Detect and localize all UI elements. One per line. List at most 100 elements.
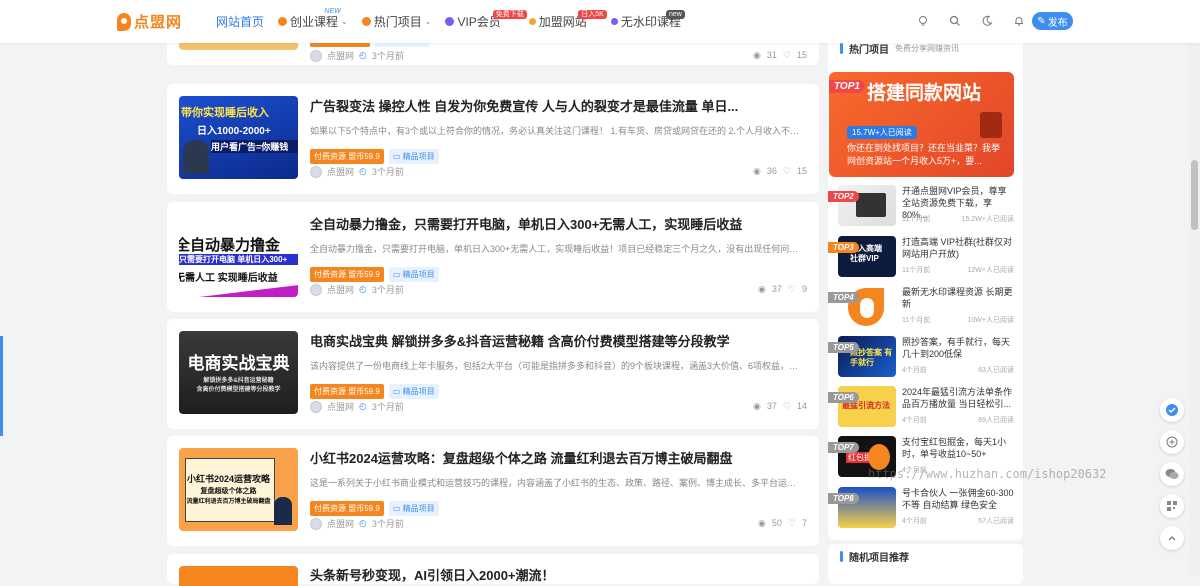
- like-count: 14: [796, 401, 807, 411]
- thumbnail-text: 小红书2024运营攻略: [186, 474, 271, 484]
- back-to-top-button[interactable]: [1160, 526, 1184, 550]
- post-thumbnail[interactable]: [179, 566, 298, 586]
- nav-hot-projects[interactable]: 热门项目 ⌄: [361, 0, 431, 43]
- price-tag[interactable]: 付费资源 盟币59.9: [310, 501, 384, 516]
- hot-item[interactable]: TOP4 最新无水印课程资源 长期更新 11个月前 10W+人已阅读: [828, 286, 1018, 334]
- hot-item-reads: 69人已阅读: [978, 417, 1014, 424]
- author-name[interactable]: 点盟网: [327, 165, 354, 178]
- post-time: 3个月前: [371, 167, 404, 177]
- site-logo[interactable]: 点盟网: [117, 11, 182, 32]
- clock-icon: ◴: [359, 401, 367, 411]
- author-name[interactable]: 点盟网: [327, 517, 354, 530]
- author-name[interactable]: 点盟网: [327, 283, 354, 296]
- avatar[interactable]: [310, 400, 322, 413]
- wechat-button[interactable]: [1160, 462, 1184, 486]
- nav-vip[interactable]: VIP会员 免费下载: [445, 0, 527, 43]
- thumbnail-text: 用户看广告=你赚钱: [211, 140, 298, 153]
- post-time: 3个月前: [371, 519, 404, 529]
- verified-button[interactable]: [1160, 398, 1184, 422]
- screen-shape: [856, 193, 886, 217]
- post-stats: ◉ 50 ♡ 7: [758, 518, 807, 529]
- thumbs-up-icon: ♡: [782, 166, 791, 176]
- thumbnail-text: 只需要打开电脑 单机日入300+: [179, 254, 298, 265]
- clock-icon: ◴: [359, 50, 367, 60]
- avatar[interactable]: [310, 165, 322, 178]
- hot-top1-card[interactable]: TOP1 搭建同款网站 15.7W+人已阅读 你还在到处找项目？还在当韭菜？我挙…: [829, 72, 1014, 177]
- left-edge-tab[interactable]: [0, 336, 3, 436]
- price-tag[interactable]: 付费资源 盟币59.9: [310, 149, 384, 164]
- qrcode-icon: [1167, 501, 1177, 511]
- post-thumbnail[interactable]: 小红书2024运营攻略 复盘超级个体之路 流量红利退去百万博主破局翻盘: [179, 448, 298, 531]
- hot-item[interactable]: 照抄答案 有手就行 TOP5 照抄答案，有手就行，每天几十到200低保 4个月前…: [828, 336, 1018, 384]
- hot-item-title[interactable]: 号卡合伙人 一张佣金60-300不等 自动结算 绿色安全: [902, 487, 1014, 511]
- eye-icon: ◉: [753, 166, 761, 176]
- hot-item-title[interactable]: 支付宝红包掘金，每天1小时，单号收益10~50+: [902, 436, 1014, 460]
- clock-icon: ◴: [359, 284, 367, 294]
- dark-mode-icon[interactable]: [979, 13, 995, 29]
- nav-join[interactable]: 加盟网站 日入5K: [528, 0, 607, 43]
- person-figure: [183, 140, 209, 174]
- post-title[interactable]: 小红书2024运营攻略：复盘超级个体之路 流量红利退去百万博主破局翻盘: [310, 448, 733, 467]
- post-card[interactable]: 全自动暴力撸金 只需要打开电脑 单机日入300+ 无需人工 实现睡后收益 全自动…: [167, 202, 819, 312]
- thumbs-up-icon: ♡: [787, 284, 796, 294]
- price-tag[interactable]: 付费资源 盟币59.9: [310, 267, 384, 282]
- author-name[interactable]: 点盟网: [327, 49, 354, 62]
- nav-home[interactable]: 网站首页: [216, 0, 264, 43]
- author-name[interactable]: 点盟网: [327, 400, 354, 413]
- search-icon[interactable]: [947, 13, 963, 29]
- avatar[interactable]: [310, 49, 322, 62]
- chevron-down-icon: ⌄: [341, 17, 348, 26]
- top-navbar: 点盟网 网站首页 创业课程 ⌄ NEW 热门项目 ⌄ VIP会员 免费下载 加盟…: [0, 0, 1200, 43]
- hot-item-meta: 4个月前 57人已阅读: [902, 516, 1014, 526]
- hot-item-title[interactable]: 2024年最猛引流方法单条作品百万播放量 当日轻松引...: [902, 386, 1014, 410]
- top1-caption: 你还在到处找项目？还在当韭菜？我挙网创资源站一个月收入5万+，要...: [847, 143, 1001, 166]
- category-label: 精品项目: [402, 270, 435, 279]
- post-card[interactable]: 带你实现睡后收入 日入1000-2000+ 用户看广告=你赚钱 广告裂变法 操控…: [167, 84, 819, 194]
- view-count: 36: [766, 166, 777, 176]
- post-title[interactable]: 全自动暴力撸金，只需要打开电脑，单机日入300+无需人工，实现睡后收益: [310, 214, 742, 233]
- lightbulb-icon[interactable]: [915, 13, 931, 29]
- post-thumbnail[interactable]: 全自动暴力撸金 只需要打开电脑 单机日入300+ 无需人工 实现睡后收益: [179, 214, 298, 297]
- category-tag[interactable]: ▭ 精品项目: [388, 149, 439, 164]
- fire-icon: [361, 17, 371, 26]
- sidebar-random-title: 随机项目推荐: [840, 549, 909, 564]
- hot-item[interactable]: TOP2 开通点盟网VIP会员，尊享全站资源免费下载，享80%... 11个月前…: [828, 185, 1018, 233]
- category-tag[interactable]: ▭ 精品项目: [388, 384, 439, 399]
- scrollbar-thumb[interactable]: [1191, 160, 1198, 230]
- top-rank-badge: TOP2: [828, 191, 859, 202]
- post-thumbnail[interactable]: 电商实战宝典 解锁拼多多&抖音运营秘籍 含高价付费模型搭建等分段教学: [179, 331, 298, 414]
- post-title[interactable]: 广告裂变法 操控人性 自发为你免费宣传 人与人的裂变才是最佳流量 单日...: [310, 96, 738, 115]
- qrcode-button[interactable]: [1160, 494, 1184, 518]
- post-title[interactable]: 电商实战宝典 解锁拼多多&抖音运营秘籍 含高价付费模型搭建等分段教学: [310, 331, 730, 350]
- top-rank-badge: TOP4: [828, 292, 859, 303]
- avatar[interactable]: [310, 517, 322, 530]
- hot-item[interactable]: 加入高端 社群VIP TOP3 打造高端 VIP社群(社群仅对网站用户开放) 1…: [828, 236, 1018, 284]
- bell-icon[interactable]: [1011, 13, 1027, 29]
- avatar[interactable]: [310, 283, 322, 296]
- hot-item-title[interactable]: 照抄答案，有手就行，每天几十到200低保: [902, 336, 1014, 360]
- hot-item-meta: 4个月前 69人已阅读: [902, 415, 1014, 425]
- post-thumbnail[interactable]: 带你实现睡后收入 日入1000-2000+ 用户看广告=你赚钱: [179, 96, 298, 179]
- post-meta: 点盟网 ◴ 3个月前: [310, 49, 404, 62]
- courses-icon: [278, 17, 288, 26]
- hot-item-title[interactable]: 打造高端 VIP社群(社群仅对网站用户开放): [902, 236, 1014, 260]
- nav-nowatermark[interactable]: 无水印课程 new: [610, 0, 685, 43]
- page-scrollbar[interactable]: [1189, 0, 1200, 576]
- post-title[interactable]: 头条新号秒变现，AI引领日入2000+潮流！: [310, 565, 555, 584]
- add-button[interactable]: [1160, 430, 1184, 454]
- check-badge-icon: [1166, 404, 1178, 416]
- nav-courses[interactable]: 创业课程 ⌄ NEW: [278, 0, 348, 43]
- post-card[interactable]: 电商实战宝典 解锁拼多多&抖音运营秘籍 含高价付费模型搭建等分段教学 电商实战宝…: [167, 319, 819, 429]
- top1-read-count: 15.7W+人已阅读: [847, 126, 917, 139]
- publish-button[interactable]: ✎ 发布: [1032, 12, 1073, 30]
- category-tag[interactable]: ▭ 精品项目: [388, 501, 439, 516]
- hot-item-title[interactable]: 最新无水印课程资源 长期更新: [902, 286, 1014, 310]
- like-count: 7: [801, 518, 807, 528]
- hot-item[interactable]: TOP8 号卡合伙人 一张佣金60-300不等 自动结算 绿色安全 4个月前 5…: [828, 487, 1018, 535]
- hot-item[interactable]: 最猛引流方法 TOP6 2024年最猛引流方法单条作品百万播放量 当日轻松引..…: [828, 386, 1018, 434]
- category-tag[interactable]: ▭ 精品项目: [388, 267, 439, 282]
- hot-item-reads: 10W+人已阅读: [967, 317, 1014, 324]
- price-tag[interactable]: 付费资源 盟币59.9: [310, 384, 384, 399]
- post-card[interactable]: 小红书2024运营攻略 复盘超级个体之路 流量红利退去百万博主破局翻盘 小红书2…: [167, 436, 819, 546]
- post-card[interactable]: 头条新号秒变现，AI引领日入2000+潮流！: [167, 554, 819, 586]
